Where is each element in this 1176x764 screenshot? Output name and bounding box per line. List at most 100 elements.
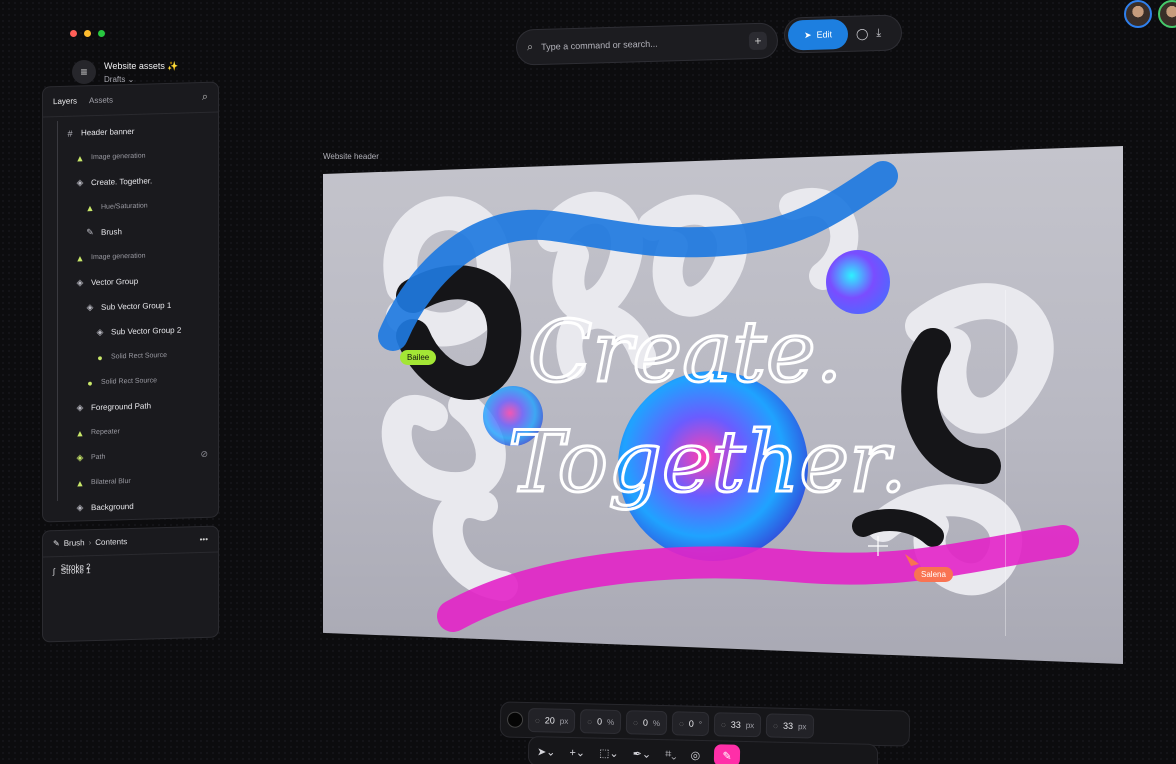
- layer-label: Sub Vector Group 1: [101, 300, 172, 312]
- background-icon: ◈: [76, 502, 84, 513]
- layers-icon: ◈: [86, 302, 94, 313]
- project-name: Website assets: [104, 60, 165, 71]
- flow-icon: ◌: [633, 717, 639, 727]
- search-icon[interactable]: ⌕: [202, 91, 208, 104]
- comment-icon[interactable]: ◯: [856, 27, 869, 40]
- maximize-window-button[interactable]: [98, 30, 105, 37]
- cursor-arrow-icon: ➤: [803, 29, 812, 40]
- collaborator-avatars: [1124, 0, 1176, 28]
- guide-line: [1005, 290, 1006, 636]
- stroke-labels: Stroke 2 Stroke 1: [60, 562, 121, 577]
- layer-label: Path: [91, 453, 106, 462]
- layer-label: Image generation: [91, 152, 146, 162]
- brush-icon: ✎: [53, 538, 60, 549]
- property-field[interactable]: ◌ 0 °: [671, 711, 710, 737]
- breadcrumb-brush[interactable]: Brush: [64, 538, 85, 548]
- spacing-icon: ◌: [720, 719, 726, 729]
- brush-size-icon: ◌: [534, 715, 540, 725]
- source-icon: ●: [87, 377, 93, 388]
- search-icon: ⌕: [526, 40, 534, 53]
- tab-layers[interactable]: Layers: [53, 96, 77, 106]
- property-unit: °: [698, 719, 703, 729]
- command-bar[interactable]: ⌕ Type a command or search... +: [515, 22, 779, 66]
- project-title[interactable]: Website assets ✨: [104, 61, 179, 72]
- property-field[interactable]: ◌ 0%: [625, 710, 668, 736]
- tab-assets[interactable]: Assets: [89, 95, 113, 105]
- layers-panel: Layers Assets ⌕ # Header banner ▲ Image gen…: [42, 81, 219, 523]
- pen-tool-icon[interactable]: ✒⌄: [633, 747, 652, 760]
- more-options-button[interactable]: •••: [200, 535, 208, 544]
- chevron-right-icon: ›: [88, 538, 92, 548]
- layer-label: Repeater: [91, 428, 120, 437]
- angle-icon: ◌: [678, 718, 684, 729]
- property-unit: px: [559, 716, 569, 726]
- stroke-list-item[interactable]: ʃ Stroke 2 Stroke 1: [43, 553, 218, 586]
- edit-label: Edit: [816, 29, 833, 40]
- window-controls: [70, 30, 105, 37]
- stroke-label: Stroke 1: [60, 566, 91, 576]
- project-status: Drafts: [104, 74, 126, 84]
- add-tool-icon[interactable]: +⌄: [569, 745, 585, 758]
- property-field[interactable]: ◌ 0%: [579, 709, 622, 735]
- edit-mode-button[interactable]: ➤ Edit: [787, 18, 849, 51]
- property-field[interactable]: ◌ 20 px: [527, 707, 576, 734]
- breadcrumb-contents[interactable]: Contents: [95, 537, 127, 547]
- shape-tool-icon[interactable]: ◎: [690, 748, 700, 761]
- layer-label: Background: [91, 501, 134, 513]
- frame-label[interactable]: Website header: [323, 152, 379, 161]
- cursor-label-salena: Salena: [914, 567, 953, 582]
- source-icon: ●: [97, 352, 103, 363]
- property-value: 20: [544, 715, 555, 726]
- repeater-icon: ▲: [75, 427, 85, 439]
- cursor-label-bailee: Bailee: [400, 350, 437, 365]
- frame-tool-icon[interactable]: ⬚⌄: [599, 746, 619, 759]
- layers-icon: ◈: [76, 177, 84, 188]
- layer-label: Foreground Path: [91, 401, 152, 413]
- headline-line-2[interactable]: Together.: [507, 412, 909, 513]
- layer-list: # Header banner ▲ Image generation ◈ Create. …: [43, 113, 218, 522]
- property-unit: %: [606, 717, 615, 727]
- download-icon[interactable]: ⤓: [876, 26, 881, 39]
- property-value: 0: [642, 717, 649, 728]
- avatar[interactable]: [1124, 0, 1152, 28]
- opacity-icon: ◌: [587, 716, 593, 726]
- layer-label: Brush: [101, 227, 122, 237]
- command-input[interactable]: Type a command or search...: [541, 36, 741, 52]
- hidden-icon[interactable]: ⊘: [200, 449, 208, 460]
- layer-label: Create. Together.: [91, 176, 153, 188]
- select-tool-icon[interactable]: ➤⌄: [537, 745, 556, 758]
- brush-contents-panel: ✎ Brush › Contents ••• ʃ Stroke 2 Stroke…: [42, 525, 219, 643]
- frame-icon: #: [67, 128, 73, 139]
- property-value: 33: [730, 719, 741, 730]
- property-unit: %: [652, 718, 661, 728]
- headline-line-1[interactable]: Create.: [527, 302, 844, 403]
- layer-label: Header banner: [81, 126, 135, 138]
- path-icon: ◈: [76, 452, 84, 463]
- avatar[interactable]: [1158, 0, 1176, 28]
- main-menu-button[interactable]: ≡: [72, 60, 96, 84]
- website-header-artboard[interactable]: Create. Together.: [323, 146, 1123, 664]
- color-swatch[interactable]: [506, 711, 524, 728]
- layer-label: Bilateral Blur: [91, 477, 131, 487]
- brush-tool-button[interactable]: ✎: [713, 744, 741, 764]
- minimize-window-button[interactable]: [84, 30, 91, 37]
- adjust-icon: ▲: [85, 202, 95, 213]
- generate-icon: ▲: [75, 152, 85, 164]
- layer-label: Solid Rect Source: [111, 351, 168, 361]
- close-window-button[interactable]: [70, 30, 77, 37]
- property-value: 0: [596, 716, 603, 727]
- property-value: 33: [782, 720, 794, 731]
- property-field[interactable]: ◌ 33 px: [713, 712, 762, 738]
- chevron-down-icon: ⌄: [127, 74, 135, 84]
- layers-icon: ◈: [76, 402, 84, 413]
- project-header: ≡ Website assets ✨ Drafts ⌄: [72, 60, 179, 84]
- add-button[interactable]: +: [748, 31, 768, 51]
- brush-icon: ✎: [722, 749, 732, 763]
- blur-icon: ▲: [75, 477, 85, 489]
- brush-icon: ✎: [86, 227, 94, 238]
- property-field[interactable]: ◌ 33 px: [765, 713, 814, 739]
- layer-label: Solid Rect Source: [101, 377, 158, 386]
- crop-tool-icon[interactable]: ⌗⌄: [665, 748, 677, 761]
- layer-row[interactable]: ◈ Background: [43, 492, 218, 522]
- width-icon: ◌: [773, 721, 779, 731]
